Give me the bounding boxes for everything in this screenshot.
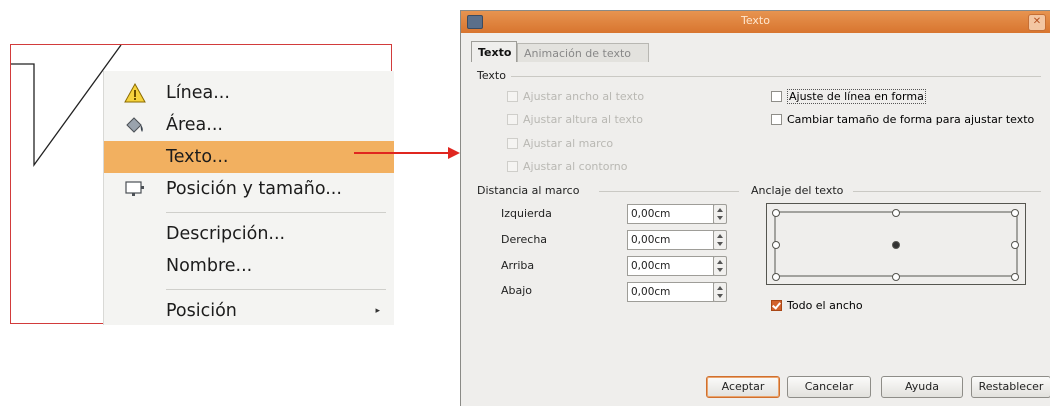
position-size-icon [125,181,144,196]
aceptar-button[interactable]: Aceptar [706,376,780,398]
section-distancia-label: Distancia al marco [477,184,580,197]
menu-item-linea[interactable]: Línea... [104,77,394,109]
checkbox-label: Ajustar altura al texto [523,113,643,126]
checkbox-label: Ajustar al contorno [523,160,628,173]
izquierda-spinbox[interactable]: 0,00cm [627,204,727,224]
derecha-label: Derecha [501,233,548,246]
anchor-middle-left[interactable] [772,241,780,249]
spin-up-icon[interactable] [717,208,723,212]
spin-down-icon[interactable] [717,294,723,298]
menu-item-posicion-tamano[interactable]: Posición y tamaño... [104,173,394,205]
checkbox-label: Ajuste de línea en forma [787,89,926,104]
divider [599,191,739,192]
checkbox-box [507,114,518,125]
checkbox-box [507,138,518,149]
section-texto-label: Texto [477,69,506,82]
checkbox-box [771,91,782,102]
anchor-top-right[interactable] [1011,209,1019,217]
spinbox-buttons[interactable] [713,282,727,302]
checkbox-box [507,161,518,172]
spinbox-buttons[interactable] [713,204,727,224]
spinbox-buttons[interactable] [713,230,727,250]
checkbox-label: Ajustar ancho al texto [523,90,645,103]
red-arrow-icon [354,147,460,159]
anchor-bottom-left[interactable] [772,273,780,281]
cancelar-button[interactable]: Cancelar [787,376,871,398]
menu-item-label: Texto... [166,147,229,167]
anchor-bottom-center[interactable] [892,273,900,281]
submenu-arrow-icon: ▸ [375,306,380,316]
text-dialog: Texto ✕ Texto Animación de texto Texto A… [460,10,1050,406]
spin-down-icon[interactable] [717,216,723,220]
spinbox-value[interactable]: 0,00cm [627,282,714,302]
dialog-title: Texto [741,14,770,27]
menu-separator [166,289,386,290]
tab-texto[interactable]: Texto [471,41,517,62]
spin-up-icon[interactable] [717,286,723,290]
anchor-bottom-right[interactable] [1011,273,1019,281]
divider [853,191,1041,192]
spinbox-value[interactable]: 0,00cm [627,230,714,250]
checkbox-label: Todo el ancho [787,299,863,312]
menu-item-label: Posición y tamaño... [166,179,342,199]
menu-item-texto[interactable]: Texto... [104,141,394,173]
anchor-top-center[interactable] [892,209,900,217]
context-menu: Línea... Área... Texto... Posición y tam… [103,71,394,325]
spin-up-icon[interactable] [717,260,723,264]
checkbox-label: Ajustar al marco [523,137,614,150]
menu-separator [166,212,386,213]
arriba-label: Arriba [501,259,535,272]
anchor-center[interactable] [892,241,900,249]
menu-item-posicion[interactable]: Posición ▸ [104,295,394,327]
anchor-top-left[interactable] [772,209,780,217]
menu-item-nombre[interactable]: Nombre... [104,250,394,282]
menu-item-label: Posición [166,301,237,321]
derecha-spinbox[interactable]: 0,00cm [627,230,727,250]
checkbox-box [771,114,782,125]
anchor-middle-right[interactable] [1011,241,1019,249]
menu-item-label: Nombre... [166,256,253,276]
abajo-label: Abajo [501,284,533,297]
menu-item-area[interactable]: Área... [104,109,394,141]
spin-down-icon[interactable] [717,268,723,272]
menu-item-label: Línea... [166,83,230,103]
restablecer-button[interactable]: Restablecer [971,376,1050,398]
abajo-spinbox[interactable]: 0,00cm [627,282,727,302]
text-anchor-selector[interactable] [766,203,1026,285]
section-anclaje-label: Anclaje del texto [751,184,844,197]
checkbox-box [771,300,782,311]
close-button[interactable]: ✕ [1028,14,1046,31]
spin-down-icon[interactable] [717,242,723,246]
checkbox-label: Cambiar tamaño de forma para ajustar tex… [787,113,1035,126]
tab-animacion-texto[interactable]: Animación de texto [517,43,649,62]
dialog-titlebar[interactable]: Texto ✕ [461,11,1050,33]
menu-item-label: Área... [166,115,223,135]
divider [511,76,1041,77]
spin-up-icon[interactable] [717,234,723,238]
ayuda-button[interactable]: Ayuda [881,376,963,398]
izquierda-label: Izquierda [501,207,552,220]
spinbox-value[interactable]: 0,00cm [627,256,714,276]
spinbox-value[interactable]: 0,00cm [627,204,714,224]
menu-item-descripcion[interactable]: Descripción... [104,218,394,250]
context-menu-screenshot: Línea... Área... Texto... Posición y tam… [10,44,394,325]
spinbox-buttons[interactable] [713,256,727,276]
checkbox-box [507,91,518,102]
menu-item-label: Descripción... [166,224,286,244]
paint-bucket-icon [126,117,143,133]
arriba-spinbox[interactable]: 0,00cm [627,256,727,276]
warning-triangle-icon [124,83,146,103]
